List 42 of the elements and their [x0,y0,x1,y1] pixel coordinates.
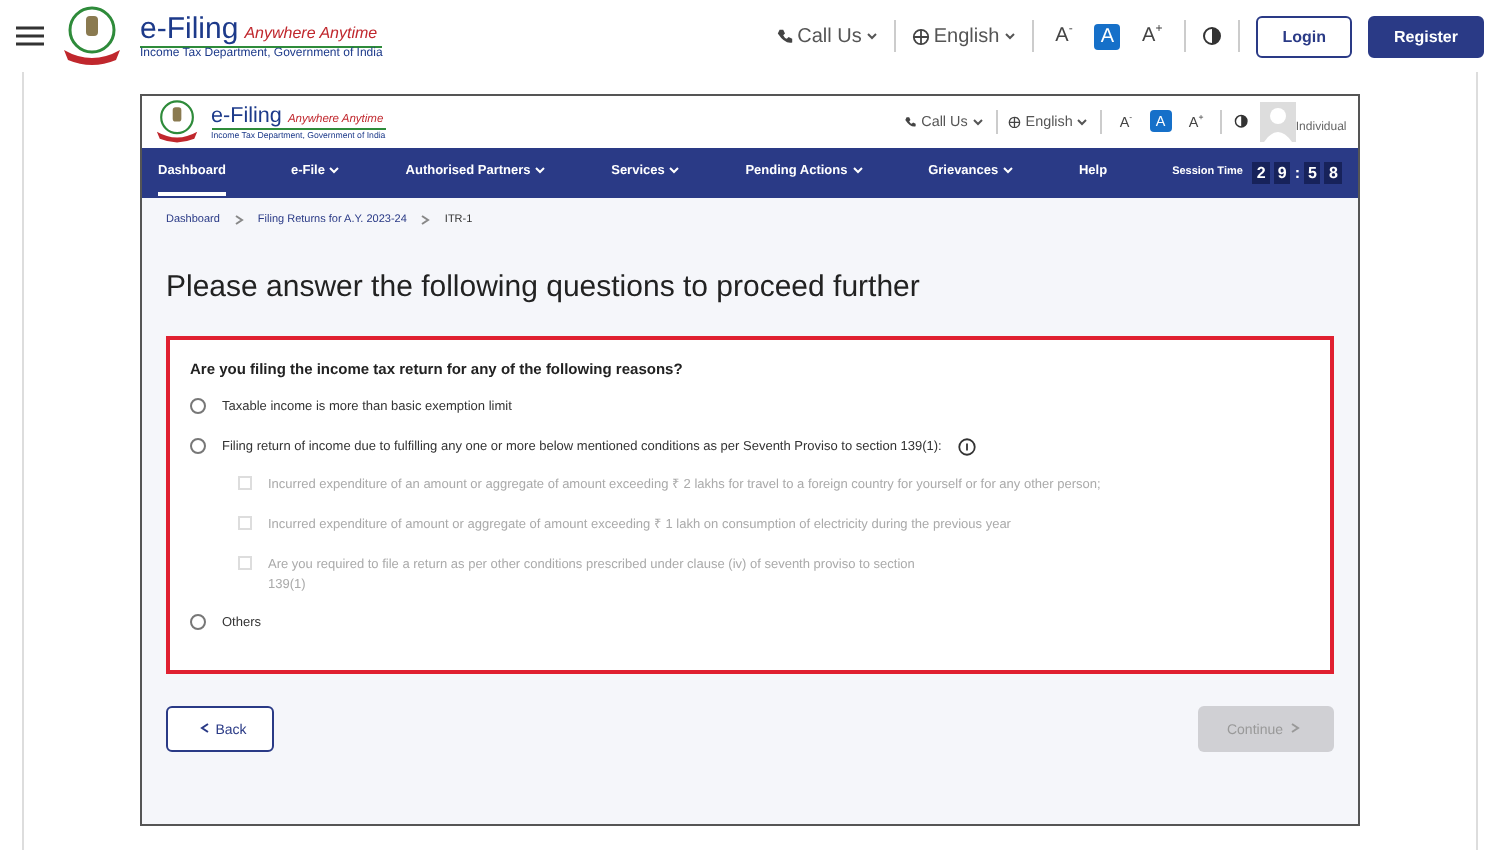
caret-icon [865,32,878,40]
phone-icon [775,27,794,45]
globe-icon [911,27,930,45]
radio-button[interactable] [190,397,206,414]
globe-icon [1008,115,1022,129]
login-button[interactable]: Login [1256,15,1352,57]
font-size-button[interactable]: A$^{+}$ [1136,22,1169,50]
page-title: Please answer the following questions to proceed further [166,269,922,304]
caret-icon [534,165,547,174]
contrast-icon[interactable] [1234,114,1249,130]
brand-name: e-Filing [140,12,239,46]
contrast-icon[interactable] [1202,26,1223,46]
phone-icon [904,115,918,129]
chevron-icon [199,721,210,734]
call-us-menu[interactable]: Call Us [775,25,878,47]
caret-icon [1001,165,1014,174]
menu-icon[interactable] [16,26,44,46]
register-button[interactable]: Register [1367,15,1484,57]
caret-icon [1003,32,1016,40]
avatar-icon [1260,101,1297,142]
timer-separator: : [1294,163,1300,182]
chevron-icon [420,213,431,226]
timer-digit: 2 [1252,161,1270,184]
font-size-button[interactable]: A [1094,23,1121,49]
caret-icon [668,165,681,174]
caret-icon [1076,117,1089,126]
info-icon[interactable] [957,437,976,456]
caret-icon [851,165,864,174]
font-size-button[interactable]: A$^{-}$ [1049,22,1079,50]
caret-icon [971,117,984,126]
language-menu[interactable]: English [911,25,1016,47]
chevron-icon [1289,721,1300,734]
caret-icon [328,165,341,174]
brand-name: e-Filing [211,103,282,128]
chevron-icon [233,213,244,226]
timer-digit: 5 [1304,161,1321,184]
brand-tagline: Anywhere Anytime [244,24,378,42]
emblem-logo [60,6,124,66]
radio-button[interactable] [190,614,206,631]
radio-button[interactable] [190,437,206,454]
timer-digit: 9 [1273,161,1291,184]
timer-digit: 8 [1324,161,1342,184]
